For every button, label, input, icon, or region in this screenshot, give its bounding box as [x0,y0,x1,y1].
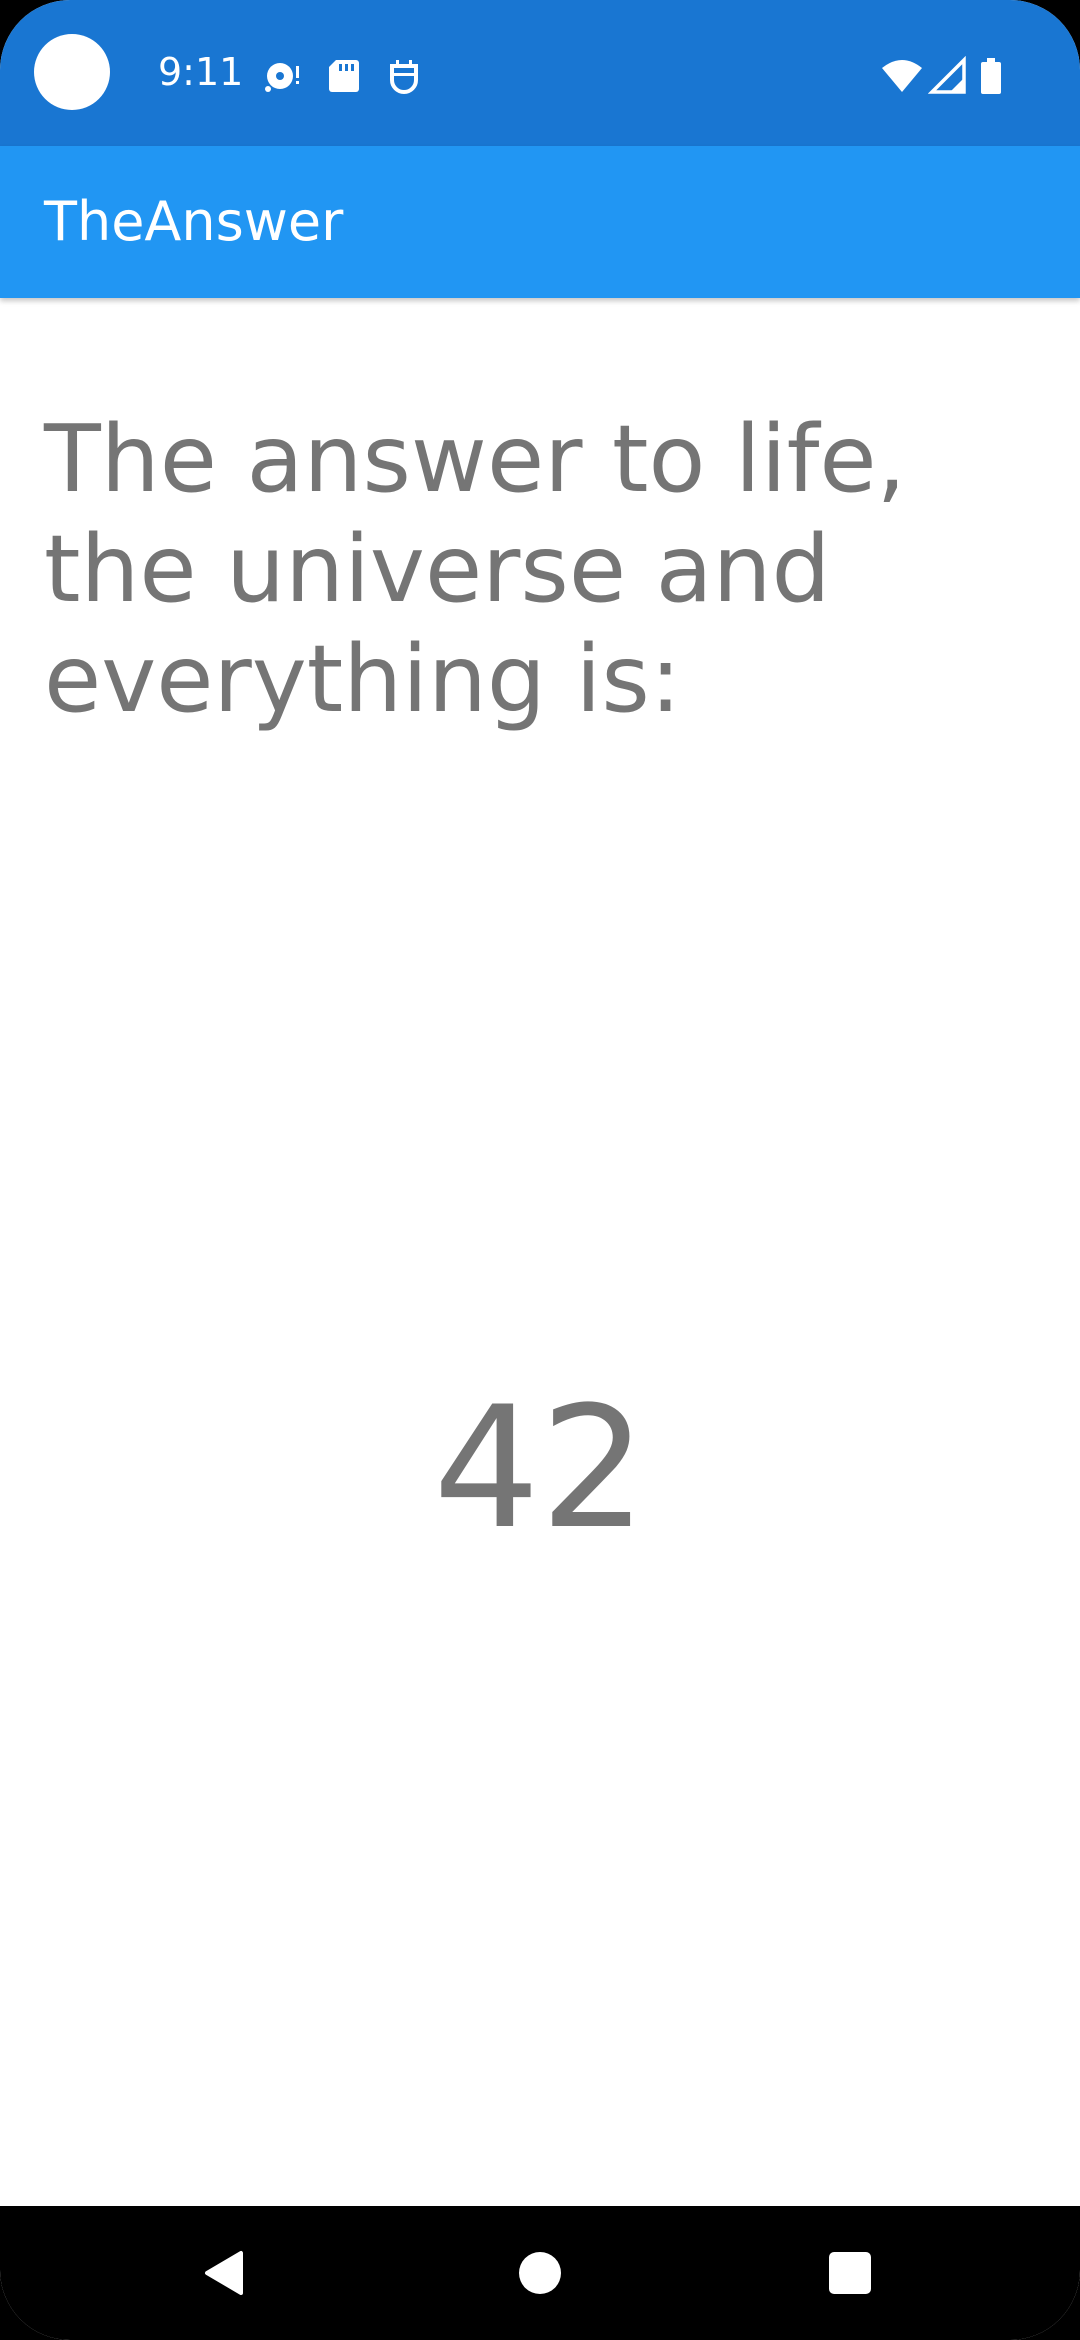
app-bar: TheAnswer [0,146,1080,298]
navigation-bar [0,2206,1080,2340]
question-text: The answer to life, the universe and eve… [44,405,907,733]
android-debug-icon [390,60,418,94]
home-icon [519,2252,561,2294]
recents-button[interactable] [805,2228,895,2318]
back-button[interactable] [180,2228,270,2318]
status-bar: 9:11 [0,0,1080,146]
sd-card-icon [329,60,359,92]
back-icon [205,2251,243,2295]
camera-cutout [34,34,110,110]
media-icon [265,63,299,92]
recents-icon [829,2252,871,2294]
battery-icon [981,58,1001,94]
wifi-icon [882,60,922,92]
status-time: 9:11 [158,50,244,94]
home-button[interactable] [495,2228,585,2318]
signal-icon [928,56,966,94]
phone-screen: 9:11 TheAnswer The answer to life, the u… [0,0,1080,2340]
answer-text: 42 [433,1370,647,1566]
app-title: TheAnswer [44,190,344,253]
main-content: The answer to life, the universe and eve… [0,298,1080,2206]
